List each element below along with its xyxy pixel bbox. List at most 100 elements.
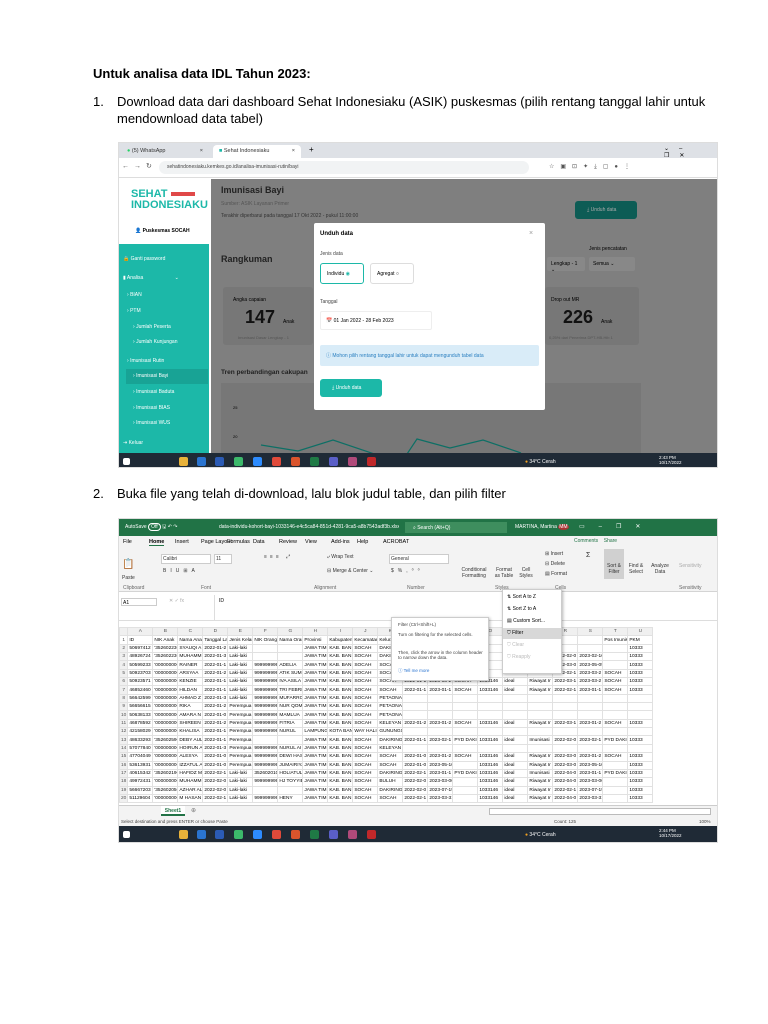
cell[interactable]: 1033146 (477, 735, 504, 745)
cell[interactable]: 50599233 (127, 660, 154, 670)
row-number[interactable]: 4 (119, 660, 129, 670)
cell[interactable]: 1033146 (477, 760, 504, 770)
row-number[interactable]: 10 (119, 710, 129, 720)
cell[interactable]: '000000000 (152, 752, 179, 762)
align-icons[interactable]: ≡≡≡ ⤢ (264, 554, 293, 560)
cell[interactable]: 10333 (627, 760, 654, 770)
cell[interactable]: 2022-01-1 (402, 735, 429, 745)
cell[interactable]: SHIREEN (177, 718, 204, 729)
cell[interactable] (502, 702, 529, 712)
cell[interactable] (452, 785, 479, 795)
cell[interactable]: 2022-03-0 (552, 760, 579, 770)
cell[interactable]: 48926724 (127, 652, 154, 662)
cell[interactable]: 2023-05-10 (427, 760, 454, 770)
cell[interactable]: 10333 (627, 677, 654, 687)
cell[interactable]: Imunisasi (527, 768, 554, 779)
cell[interactable]: AHMAD Z (177, 693, 204, 704)
cell[interactable] (527, 710, 554, 720)
cell[interactable]: 999999999 (252, 702, 279, 712)
cell[interactable]: JAWA TIM (302, 760, 329, 770)
cell[interactable]: 2022-02-0 (552, 735, 579, 745)
menu-custom-sort[interactable]: ▤ Custom Sort... (507, 618, 545, 624)
cell[interactable]: KAB. BAN (327, 652, 354, 662)
radio-agregat[interactable]: Agregat ○ (370, 263, 414, 284)
tab-sehat-indonesiaku[interactable]: ■ Sehat Indonesiaku × (213, 145, 301, 158)
cell[interactable]: IZZATUL A (177, 760, 204, 770)
cell[interactable]: JAWA TIM (302, 768, 329, 779)
cell[interactable]: DEBY AULI (177, 735, 204, 745)
format-table-button[interactable]: Format as Table (493, 567, 515, 579)
cell[interactable]: 2023-03-2 (577, 677, 604, 687)
cell[interactable]: HENY (277, 793, 304, 804)
cell[interactable]: 2022-01-1 (202, 727, 229, 737)
cell[interactable]: 2022-02-1 (202, 768, 229, 779)
cell[interactable]: SOCAH (352, 652, 379, 662)
cell[interactable]: KAB. BAN (327, 702, 354, 712)
cell[interactable]: MUHAMM (177, 652, 204, 662)
cell[interactable]: Laki-laki (227, 693, 254, 704)
cell[interactable]: 46878592 (127, 718, 154, 729)
cell[interactable]: KAB. BAN (327, 735, 354, 745)
zoom-icon[interactable] (253, 830, 262, 839)
new-tab-icon[interactable]: + (309, 145, 314, 154)
cell[interactable]: NIK Orang Tua (252, 635, 279, 645)
cell[interactable]: PKM (627, 635, 654, 645)
cell[interactable]: '000000000 (152, 710, 179, 720)
cell[interactable]: 1033146 (477, 777, 504, 787)
cell[interactable]: Riwayat Ir (527, 685, 554, 695)
cell[interactable] (402, 710, 429, 720)
menu-imunisasi-bias[interactable]: › Imunisasi BIAS (133, 405, 170, 411)
cell[interactable]: SOCAH (602, 718, 629, 729)
cell[interactable]: Riwayat Ir (527, 777, 554, 787)
cell[interactable]: IVA ASILA (277, 677, 304, 687)
cell[interactable] (602, 660, 629, 670)
cell[interactable]: 999999999 (252, 743, 279, 754)
cell[interactable]: Perempua (227, 743, 254, 754)
cell[interactable] (402, 743, 429, 754)
explorer-icon[interactable] (179, 830, 188, 839)
cell[interactable] (602, 785, 629, 795)
cell[interactable] (452, 743, 479, 754)
nav-icons[interactable]: ←→↻ (122, 162, 157, 170)
cell[interactable]: 10333 (627, 752, 654, 762)
cell[interactable]: 999999999 (252, 685, 279, 695)
row-number[interactable]: 16 (119, 760, 129, 770)
number-icons[interactable]: $%,⁰⁰ (391, 568, 424, 574)
cell[interactable]: KAB. BAN (327, 668, 354, 679)
cell[interactable]: 2022-01-0 (202, 752, 229, 762)
sheet-tab[interactable]: Sheet1 (161, 806, 185, 816)
extension-icons[interactable]: ☆▣⊡✦⤓▢●⋮ (549, 163, 636, 171)
row-number[interactable]: 2 (119, 643, 129, 654)
cell[interactable]: NUR QOM (277, 702, 304, 712)
row-number[interactable]: 11 (119, 718, 129, 729)
cell[interactable]: 2022-01-3 (202, 743, 229, 754)
cell[interactable]: ADELIA (277, 660, 304, 670)
menu-sort-a-z[interactable]: ⇅ Sort A to Z (507, 594, 536, 600)
cell[interactable]: SOCAH (352, 710, 379, 720)
autosum-icon[interactable]: Σ (586, 552, 590, 559)
column-header[interactable]: D (202, 626, 229, 637)
cell[interactable]: DAKIRING (377, 768, 404, 779)
zoom-level[interactable]: 100% (699, 819, 711, 824)
cell[interactable] (577, 702, 604, 712)
cell[interactable]: 42158029 (127, 727, 154, 737)
cell[interactable]: 999999999 (252, 760, 279, 770)
format-cells-button[interactable]: ▤ Format (545, 571, 567, 577)
cell[interactable]: 50638133 (127, 710, 154, 720)
cell[interactable]: ideal (502, 718, 529, 729)
cell[interactable]: 2023-03-06 (427, 777, 454, 787)
cell[interactable]: PETAONAN (377, 702, 404, 712)
cell[interactable]: JAWA TIM (302, 777, 329, 787)
cell[interactable]: JAWA TIM (302, 785, 329, 795)
cell[interactable]: 1033146 (477, 785, 504, 795)
cell[interactable]: KAB. BAN (327, 685, 354, 695)
teams-icon[interactable] (329, 830, 338, 839)
formula-icons[interactable]: ✕ ✓ fx (169, 598, 184, 604)
delete-button[interactable]: ⊟ Delete (545, 561, 565, 567)
cell[interactable] (627, 710, 654, 720)
cell[interactable]: 2022-02-0 (202, 777, 229, 787)
cell[interactable]: 999999999 (252, 668, 279, 679)
cell[interactable] (627, 693, 654, 704)
cell[interactable] (602, 693, 629, 704)
cell[interactable]: 2022-02-1 (402, 768, 429, 779)
